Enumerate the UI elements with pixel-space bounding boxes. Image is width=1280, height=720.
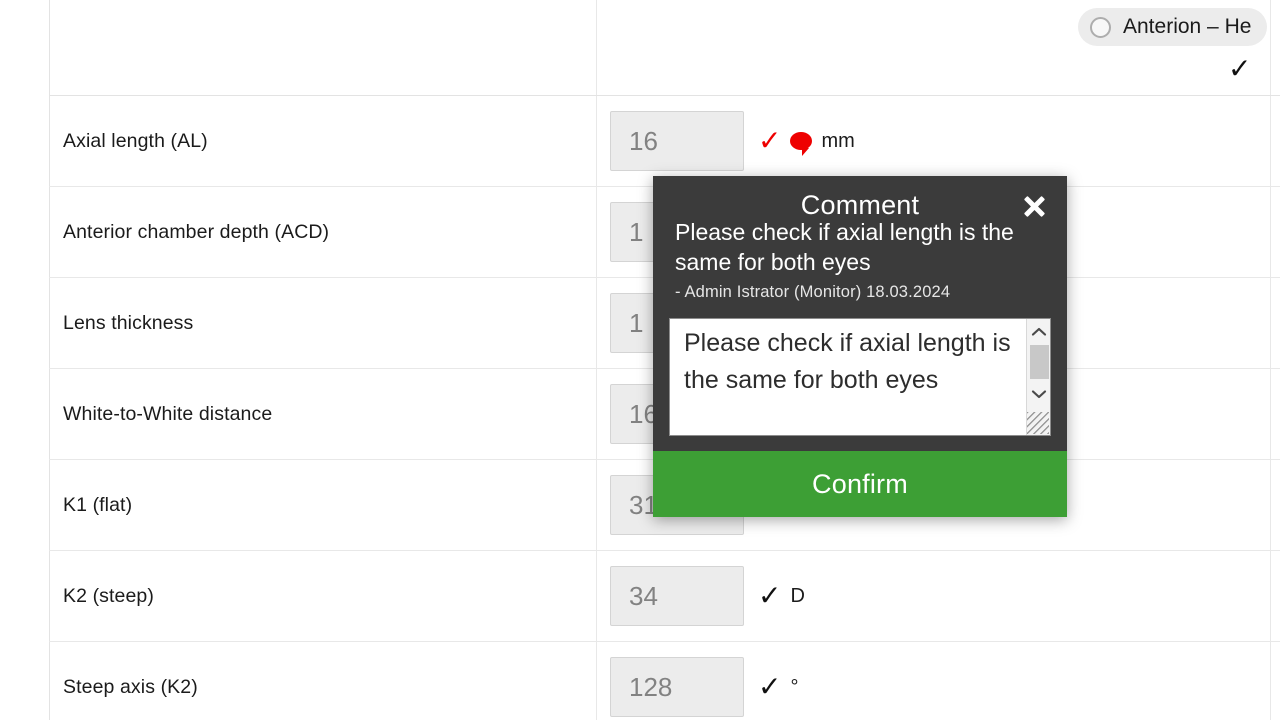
validation-check-icon: ✓	[758, 125, 782, 156]
device-chip-anterion[interactable]: Anterion – He	[1078, 8, 1268, 46]
row-value-cell: 128 ✓ °	[597, 642, 1271, 720]
row-label: Steep axis (K2)	[63, 675, 198, 698]
row-tail-cell	[1271, 642, 1280, 720]
row-label-cell: Axial length (AL)	[49, 96, 597, 186]
unit-label: °	[790, 675, 799, 698]
table-row: Axial length (AL) 16 ✓ mm	[49, 96, 1280, 187]
header-check-icon: ✓	[1228, 53, 1252, 84]
device-chip-label: Anterion – He	[1123, 15, 1252, 38]
row-tail-cell	[1271, 278, 1280, 368]
row-label: White-to-White distance	[63, 402, 273, 425]
scroll-down-icon[interactable]	[1027, 383, 1051, 405]
row-tail-cell	[1271, 551, 1280, 641]
row-label-cell: White-to-White distance	[49, 369, 597, 459]
comment-bubble-icon[interactable]	[790, 132, 813, 156]
comment-textarea[interactable]: Please check if axial length is the same…	[669, 318, 1051, 436]
comment-dialog: Comment Please check if axial length is …	[653, 176, 1067, 517]
value-input[interactable]: 128	[610, 657, 744, 717]
row-label: K2 (steep)	[63, 584, 154, 607]
row-tail-cell	[1271, 460, 1280, 550]
close-icon[interactable]	[1020, 192, 1048, 220]
row-label-cell: Anterior chamber depth (ACD)	[49, 187, 597, 277]
header-tail-cell	[1271, 0, 1280, 95]
row-value-cell: 34 ✓ D	[597, 551, 1271, 641]
row-label-cell: K2 (steep)	[49, 551, 597, 641]
row-tail-cell	[1271, 187, 1280, 277]
comment-textarea-value: Please check if axial length is the same…	[684, 329, 1011, 394]
scroll-up-icon[interactable]	[1027, 321, 1051, 343]
row-marks: ✓ mm	[758, 125, 855, 156]
row-label-cell: K1 (flat)	[49, 460, 597, 550]
app-root: Axial length (AL) 16 ✓ mm Anterior chamb…	[0, 0, 1280, 720]
unit-label: D	[790, 584, 805, 607]
row-value-cell: 16 ✓ mm	[597, 96, 1271, 186]
comment-dialog-title: Comment	[800, 190, 920, 220]
radio-button-icon[interactable]	[1090, 16, 1111, 38]
value-input[interactable]: 16	[610, 111, 744, 171]
comment-dialog-meta: - Admin Istrator (Monitor) 18.03.2024	[675, 283, 951, 301]
row-marks: ✓ D	[758, 582, 805, 610]
row-marks: ✓ °	[758, 673, 798, 701]
row-label-cell: Lens thickness	[49, 278, 597, 368]
row-label: Anterior chamber depth (ACD)	[63, 220, 330, 243]
header-label-cell	[49, 0, 597, 95]
row-label: K1 (flat)	[63, 493, 133, 516]
validation-check-icon: ✓	[758, 580, 782, 611]
value-input[interactable]: 34	[610, 566, 744, 626]
row-label: Axial length (AL)	[63, 129, 208, 152]
row-tail-cell	[1271, 369, 1280, 459]
row-label-cell: Steep axis (K2)	[49, 642, 597, 720]
row-label: Lens thickness	[63, 311, 194, 334]
table-row: Steep axis (K2) 128 ✓ °	[49, 642, 1280, 720]
validation-check-icon: ✓	[758, 671, 782, 702]
comment-dialog-message: Please check if axial length is the same…	[675, 219, 1014, 275]
resize-grip-icon[interactable]	[1027, 412, 1049, 434]
unit-label: mm	[821, 129, 855, 152]
confirm-button[interactable]: Confirm	[653, 451, 1067, 517]
table-row: K2 (steep) 34 ✓ D	[49, 551, 1280, 642]
row-tail-cell	[1271, 96, 1280, 186]
scrollbar-thumb[interactable]	[1030, 345, 1049, 379]
